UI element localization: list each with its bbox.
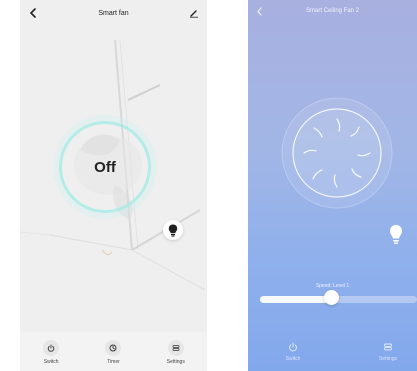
chevron-left-icon — [256, 6, 262, 16]
edit-button[interactable] — [187, 6, 201, 20]
power-icon — [289, 342, 297, 352]
ceiling-fan-screen: Smart Ceiling Fan 2 Speed: Level 1 Switc… — [248, 0, 417, 371]
speed-slider-thumb[interactable] — [323, 290, 339, 305]
settings-icon — [167, 340, 184, 356]
back-button[interactable] — [253, 5, 265, 17]
lightbulb-icon — [168, 224, 178, 237]
power-icon — [43, 340, 60, 356]
tab-switch-label: Switch — [285, 356, 301, 362]
speed-slider-fill — [260, 296, 331, 303]
tab-switch[interactable]: Switch — [31, 340, 71, 365]
bottom-tab-bar: Switch Timer Settings — [20, 332, 207, 371]
ceiling-fan-icon — [281, 97, 393, 209]
smart-fan-screen: Smart fan Off Switch Timer Settings — [20, 0, 207, 371]
chevron-left-icon — [29, 8, 36, 18]
page-title: Smart Ceiling Fan 2 — [305, 8, 360, 14]
tab-switch-label: Switch — [43, 359, 59, 365]
settings-icon — [384, 343, 392, 351]
speed-level-label: Speed: Level 1 — [315, 283, 350, 289]
pencil-icon — [190, 10, 198, 18]
bottom-tab-bar: Switch Settings — [248, 334, 417, 371]
fan-status-text: Off — [94, 158, 116, 176]
tab-settings-label: Settings — [378, 356, 398, 362]
light-toggle-button[interactable] — [389, 224, 403, 248]
tab-timer[interactable]: Timer — [93, 340, 133, 365]
fan-status-ring[interactable]: Off — [59, 121, 151, 213]
tab-timer-label: Timer — [107, 359, 120, 365]
speed-slider-track[interactable] — [260, 296, 417, 303]
back-button[interactable] — [26, 6, 40, 20]
screenshot-canvas: Smart fan Off Switch Timer Settings Smar… — [0, 0, 417, 371]
tab-settings[interactable]: Settings — [156, 340, 196, 365]
left-header: Smart fan — [20, 0, 207, 26]
page-title: Smart fan — [98, 9, 129, 17]
lightbulb-icon — [390, 225, 402, 244]
tab-switch[interactable]: Switch — [278, 342, 308, 371]
tab-settings-label: Settings — [166, 359, 185, 365]
tab-settings[interactable]: Settings — [373, 342, 403, 371]
right-header: Smart Ceiling Fan 2 — [248, 0, 417, 22]
clock-icon — [105, 340, 122, 356]
light-toggle-button[interactable] — [163, 220, 183, 240]
